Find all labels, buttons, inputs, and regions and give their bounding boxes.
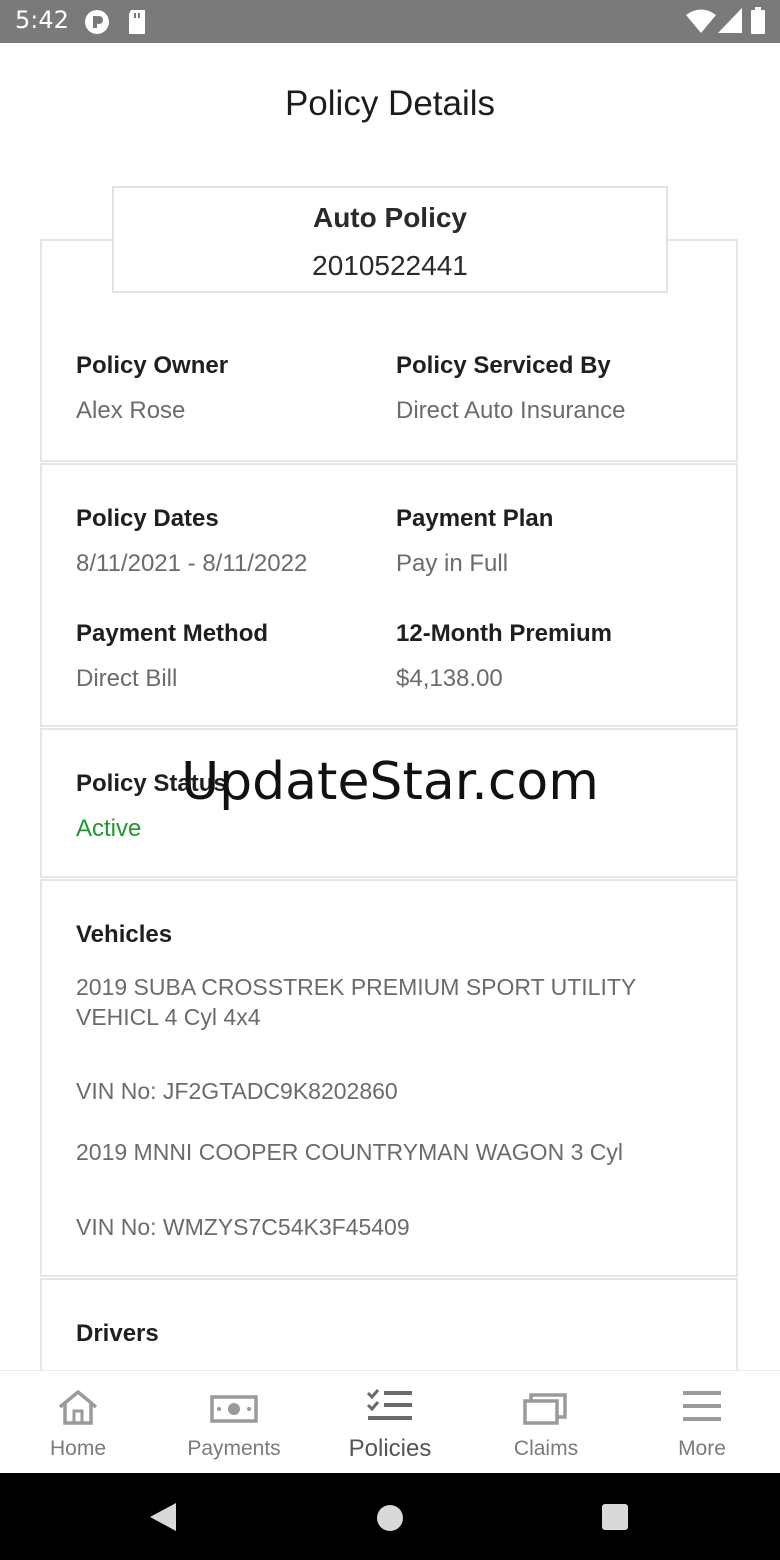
nav-policies-label: Policies [348, 1435, 432, 1462]
nav-payments-label: Payments [187, 1437, 281, 1460]
policy-summary-card: Auto Policy 2010522441 [112, 186, 668, 293]
back-icon[interactable] [148, 1501, 178, 1533]
nav-more-label: More [678, 1437, 726, 1460]
home-icon [58, 1390, 98, 1425]
vehicles-label: Vehicles [76, 921, 173, 948]
nav-policies[interactable]: Policies [312, 1371, 468, 1474]
system-navigation-bar [0, 1473, 780, 1560]
policy-owner-value: Alex Rose [76, 397, 186, 424]
payment-method-label: Payment Method [76, 620, 269, 647]
watermark: UpdateStar.com [181, 752, 599, 812]
nav-more[interactable]: More [624, 1371, 780, 1474]
bottom-navigation: Home Payments Policies Claims More [0, 1370, 780, 1474]
policy-type: Auto Policy [312, 202, 467, 233]
drivers-label: Drivers [76, 1320, 159, 1347]
recents-icon[interactable] [601, 1503, 629, 1531]
policy-dates-card: Policy Dates 8/11/2021 - 8/11/2022 Payme… [40, 463, 738, 727]
policy-number: 2010522441 [312, 250, 468, 281]
sd-card-icon [129, 10, 145, 34]
vehicle-vin: VIN No: JF2GTADC9K8202860 [76, 1078, 398, 1104]
checklist-icon [366, 1389, 412, 1420]
vehicle-name: 2019 MNNI COOPER COUNTRYMAN WAGON 3 Cyl [76, 1139, 623, 1165]
premium-label: 12-Month Premium [396, 620, 613, 647]
nav-claims[interactable]: Claims [468, 1371, 624, 1474]
folder-icon [523, 1393, 567, 1425]
status-time: 5:42 [15, 6, 69, 34]
payment-plan-value: Pay in Full [396, 550, 509, 577]
app-notification-icon [85, 10, 109, 34]
battery-icon [751, 7, 765, 34]
money-icon [210, 1395, 258, 1423]
menu-icon [683, 1391, 721, 1421]
signal-icon [718, 8, 742, 33]
page-title: Policy Details [284, 84, 496, 123]
payment-plan-label: Payment Plan [396, 505, 554, 532]
status-bar: 5:42 [0, 0, 780, 43]
premium-value: $4,138.00 [396, 665, 503, 692]
policy-status-value: Active [76, 815, 142, 842]
wifi-icon [686, 9, 716, 33]
policy-dates-label: Policy Dates [76, 505, 219, 532]
vehicle-name: 2019 SUBA CROSSTREK PREMIUM SPORT UTILIT… [76, 974, 636, 1030]
nav-home-label: Home [49, 1437, 107, 1460]
home-button-icon[interactable] [376, 1504, 404, 1532]
policy-serviced-by-label: Policy Serviced By [396, 352, 611, 379]
nav-claims-label: Claims [513, 1437, 579, 1460]
nav-home[interactable]: Home [0, 1371, 156, 1474]
policy-serviced-by-value: Direct Auto Insurance [396, 397, 626, 424]
payment-method-value: Direct Bill [76, 665, 178, 692]
policy-owner-label: Policy Owner [76, 352, 229, 379]
vehicle-vin: VIN No: WMZYS7C54K3F45409 [76, 1214, 410, 1240]
policy-dates-value: 8/11/2021 - 8/11/2022 [76, 550, 308, 577]
drivers-card: Drivers [40, 1278, 738, 1370]
vehicles-card: Vehicles 2019 SUBA CROSSTREK PREMIUM SPO… [40, 879, 738, 1277]
nav-payments[interactable]: Payments [156, 1371, 312, 1474]
